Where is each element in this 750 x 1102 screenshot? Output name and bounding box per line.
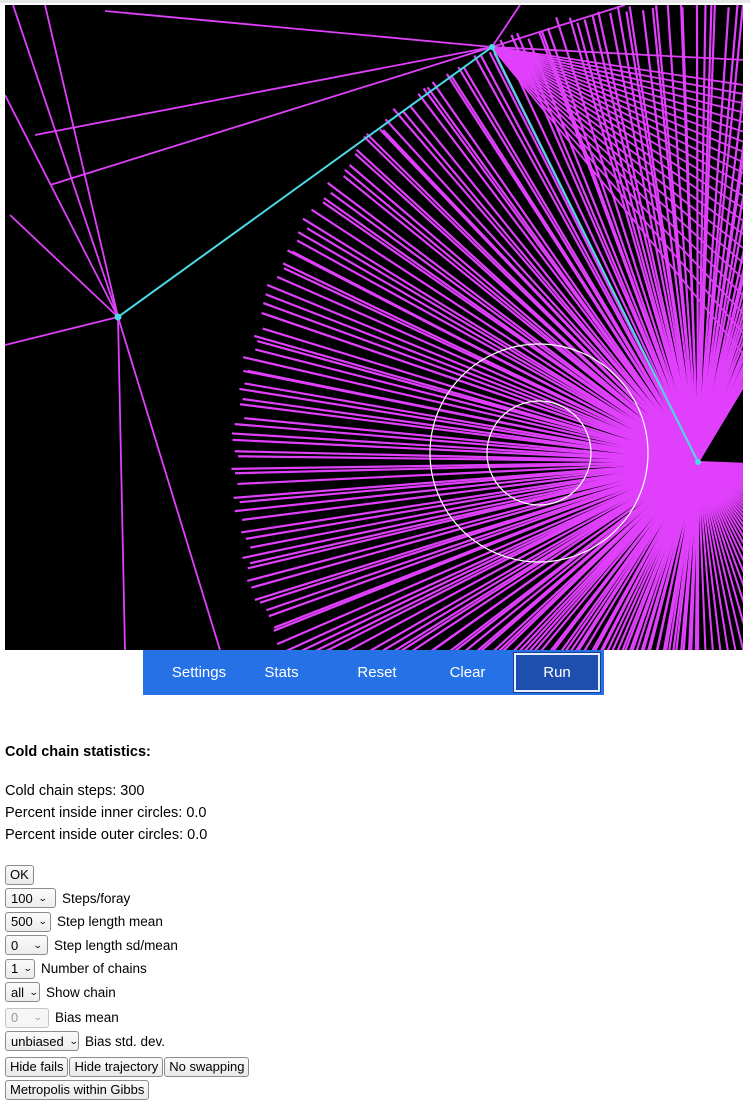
steps-per-foray-label: Steps/foray bbox=[62, 891, 130, 906]
chain-point bbox=[489, 44, 495, 50]
show-chain-label: Show chain bbox=[46, 985, 116, 1000]
stats-title: Cold chain statistics: bbox=[5, 742, 745, 762]
no-swapping-button[interactable]: No swapping bbox=[164, 1057, 249, 1077]
bias-sd-select[interactable]: unbiased ⌄ bbox=[5, 1031, 79, 1051]
chevron-down-icon: ⌄ bbox=[23, 963, 33, 974]
stats-panel: Cold chain statistics: Cold chain steps:… bbox=[5, 742, 745, 1102]
select-value: all bbox=[11, 985, 24, 1000]
select-value: unbiased bbox=[11, 1034, 64, 1049]
run-button[interactable]: Run bbox=[514, 653, 600, 692]
bias-sd-label: Bias std. dev. bbox=[85, 1034, 165, 1049]
fail-line bbox=[697, 5, 698, 462]
toolbar: Settings Stats Reset Clear Run bbox=[143, 650, 604, 695]
chevron-down-icon: ⌄ bbox=[38, 893, 48, 904]
num-chains-select[interactable]: 1 ⌄ bbox=[5, 959, 35, 979]
chevron-down-icon: ⌄ bbox=[38, 916, 48, 927]
cold-chain-steps: Cold chain steps: 300 bbox=[5, 780, 745, 802]
chevron-down-icon: ⌄ bbox=[33, 1012, 43, 1023]
steps-per-foray-select[interactable]: 100 ⌄ bbox=[5, 888, 56, 908]
step-length-sd-select[interactable]: 0 ⌄ bbox=[5, 935, 48, 955]
select-value: 100 bbox=[11, 891, 33, 906]
chevron-down-icon: ⌄ bbox=[33, 940, 43, 951]
simulation-canvas[interactable] bbox=[5, 5, 743, 650]
percent-outer: Percent inside outer circles: 0.0 bbox=[5, 824, 745, 846]
num-chains-label: Number of chains bbox=[41, 961, 147, 976]
stats-button[interactable]: Stats bbox=[255, 650, 308, 695]
select-value: 500 bbox=[11, 914, 33, 929]
chevron-down-icon: ⌄ bbox=[69, 1036, 79, 1047]
show-chain-select[interactable]: all ⌄ bbox=[5, 982, 40, 1002]
settings-controls: OK 100 ⌄ Steps/foray 500 ⌄ Step length m… bbox=[5, 863, 745, 1102]
chain-point bbox=[695, 459, 701, 465]
select-value: 0 bbox=[11, 1010, 18, 1025]
metropolis-button[interactable]: Metropolis within Gibbs bbox=[5, 1080, 149, 1100]
reset-button[interactable]: Reset bbox=[308, 650, 446, 695]
select-value: 1 bbox=[11, 961, 18, 976]
step-length-mean-label: Step length mean bbox=[57, 914, 163, 929]
settings-button[interactable]: Settings bbox=[143, 650, 255, 695]
select-value: 0 bbox=[11, 938, 18, 953]
bias-mean-select: 0 ⌄ bbox=[5, 1008, 49, 1028]
ok-button[interactable]: OK bbox=[5, 865, 34, 885]
chevron-down-icon: ⌄ bbox=[29, 987, 39, 998]
step-length-mean-select[interactable]: 500 ⌄ bbox=[5, 912, 51, 932]
top-rule bbox=[0, 0, 750, 3]
bias-mean-label: Bias mean bbox=[55, 1010, 119, 1025]
hide-fails-button[interactable]: Hide fails bbox=[5, 1057, 68, 1077]
clear-button[interactable]: Clear bbox=[446, 650, 489, 695]
hide-trajectory-button[interactable]: Hide trajectory bbox=[69, 1057, 163, 1077]
chain-point bbox=[115, 314, 122, 321]
step-length-sd-label: Step length sd/mean bbox=[54, 938, 178, 953]
percent-inner: Percent inside inner circles: 0.0 bbox=[5, 802, 745, 824]
